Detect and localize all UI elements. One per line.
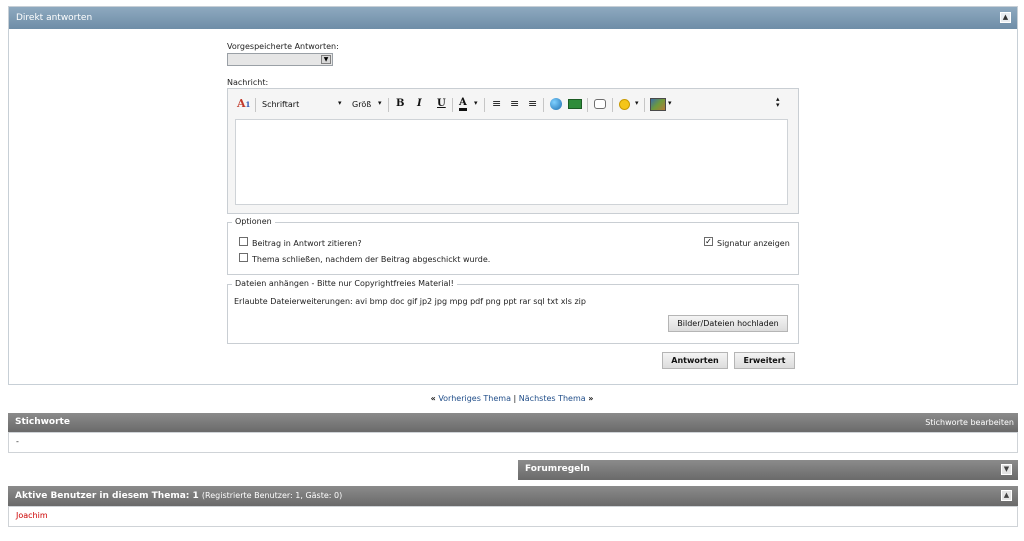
unlink-icon[interactable] <box>568 99 582 109</box>
collapse-icon[interactable]: ▲ <box>1001 490 1012 501</box>
reply-button[interactable]: Antworten <box>662 352 728 369</box>
insert-link-icon[interactable] <box>550 98 562 110</box>
show-signature-label: Signatur anzeigen <box>717 239 790 248</box>
toolbar-divider <box>644 98 645 112</box>
attachments-legend: Dateien anhängen - Bitte nur Copyrightfr… <box>232 279 457 288</box>
quick-reply-title: Direkt antworten <box>16 13 93 23</box>
message-textarea[interactable] <box>235 119 788 205</box>
chevron-down-icon[interactable]: ▾ <box>635 99 639 117</box>
size-select-label: Größ <box>352 100 372 109</box>
align-left-icon[interactable]: ≡ <box>492 97 501 115</box>
quote-post-label: Beitrag in Antwort zitieren? <box>252 239 362 248</box>
align-right-icon[interactable]: ≡ <box>528 97 537 115</box>
close-thread-checkbox[interactable] <box>239 253 248 262</box>
chevron-down-icon[interactable]: ▾ <box>668 99 672 117</box>
quick-reply-header: Direkt antworten ▲ <box>9 7 1017 29</box>
collapse-icon[interactable]: ▲ <box>1000 12 1011 23</box>
prev-arrow-icon: « <box>430 394 436 403</box>
upload-button[interactable]: Bilder/Dateien hochladen <box>668 315 788 332</box>
next-thread-link[interactable]: Nächstes Thema <box>519 394 586 403</box>
insert-image-icon[interactable] <box>650 98 666 111</box>
font-select[interactable]: Schriftart <box>262 100 299 118</box>
underline-button[interactable]: U <box>437 98 446 109</box>
forum-rules-title: Forumregeln <box>525 464 590 474</box>
saved-replies-label: Vorgespeicherte Antworten: <box>227 42 339 51</box>
message-label: Nachricht: <box>227 78 269 87</box>
nav-separator: | <box>513 394 517 403</box>
options-fieldset: Optionen Beitrag in Antwort zitieren? Th… <box>227 217 799 275</box>
active-users-body: Joachim <box>8 506 1018 527</box>
quote-icon[interactable] <box>594 99 606 109</box>
align-center-icon[interactable]: ≡ <box>510 97 519 115</box>
chevron-down-icon[interactable]: ▾ <box>338 99 342 117</box>
thread-nav: « Vorheriges Thema | Nächstes Thema » <box>0 394 1024 403</box>
active-users-title: Aktive Benutzer in diesem Thema: 1 <box>15 491 199 501</box>
next-arrow-icon: » <box>588 394 594 403</box>
advanced-button[interactable]: Erweitert <box>734 352 795 369</box>
options-legend: Optionen <box>232 217 275 226</box>
bold-button[interactable]: B <box>396 98 404 109</box>
saved-replies-select[interactable]: ▼ <box>227 53 333 66</box>
quote-post-checkbox[interactable] <box>239 237 248 246</box>
edit-tags-link[interactable]: Stichworte bearbeiten <box>925 413 1014 432</box>
attachments-fieldset: Dateien anhängen - Bitte nur Copyrightfr… <box>227 279 799 344</box>
show-signature-checkbox[interactable]: ✓ <box>704 237 713 246</box>
italic-button[interactable]: I <box>417 98 422 109</box>
toolbar-divider <box>587 98 588 112</box>
toolbar-divider <box>255 98 256 112</box>
toolbar-divider <box>612 98 613 112</box>
text-color-button[interactable]: A <box>459 97 467 111</box>
quick-reply-panel: Direkt antworten ▲ Vorgespeicherte Antwo… <box>8 6 1018 385</box>
chevron-down-icon[interactable]: ▾ <box>378 99 382 117</box>
active-users-header: Aktive Benutzer in diesem Thema: 1 (Regi… <box>8 486 1018 506</box>
active-users-detail: (Registrierte Benutzer: 1, Gäste: 0) <box>201 491 343 500</box>
toolbar-divider <box>452 98 453 112</box>
tags-body: - <box>8 432 1018 453</box>
toolbar-divider <box>388 98 389 112</box>
font-select-label: Schriftart <box>262 100 300 109</box>
tags-title: Stichworte <box>15 417 70 427</box>
allowed-extensions: Erlaubte Dateierweiterungen: avi bmp doc… <box>234 297 586 306</box>
prev-thread-link[interactable]: Vorheriges Thema <box>438 394 511 403</box>
message-editor: A1 Schriftart ▾ Größ ▾ B I U A ▾ ≡ ≡ ≡ ▾… <box>227 88 799 214</box>
toolbar-divider <box>543 98 544 112</box>
remove-format-icon[interactable]: A1 <box>237 97 250 110</box>
tags-value: - <box>16 437 19 446</box>
smilie-icon[interactable] <box>619 99 630 110</box>
toolbar-divider <box>484 98 485 112</box>
tags-header: Stichworte Stichworte bearbeiten <box>8 413 1018 432</box>
close-thread-label: Thema schließen, nachdem der Beitrag abg… <box>252 255 491 264</box>
size-select[interactable]: Größ <box>352 100 371 118</box>
expand-icon[interactable]: ▼ <box>1001 464 1012 475</box>
resize-icon[interactable]: ▴ ▾ <box>776 96 780 114</box>
forum-rules-header[interactable]: Forumregeln ▼ <box>518 460 1018 480</box>
chevron-down-icon[interactable]: ▾ <box>474 99 478 117</box>
active-user-link[interactable]: Joachim <box>16 511 48 520</box>
chevron-down-icon[interactable]: ▼ <box>321 55 331 64</box>
